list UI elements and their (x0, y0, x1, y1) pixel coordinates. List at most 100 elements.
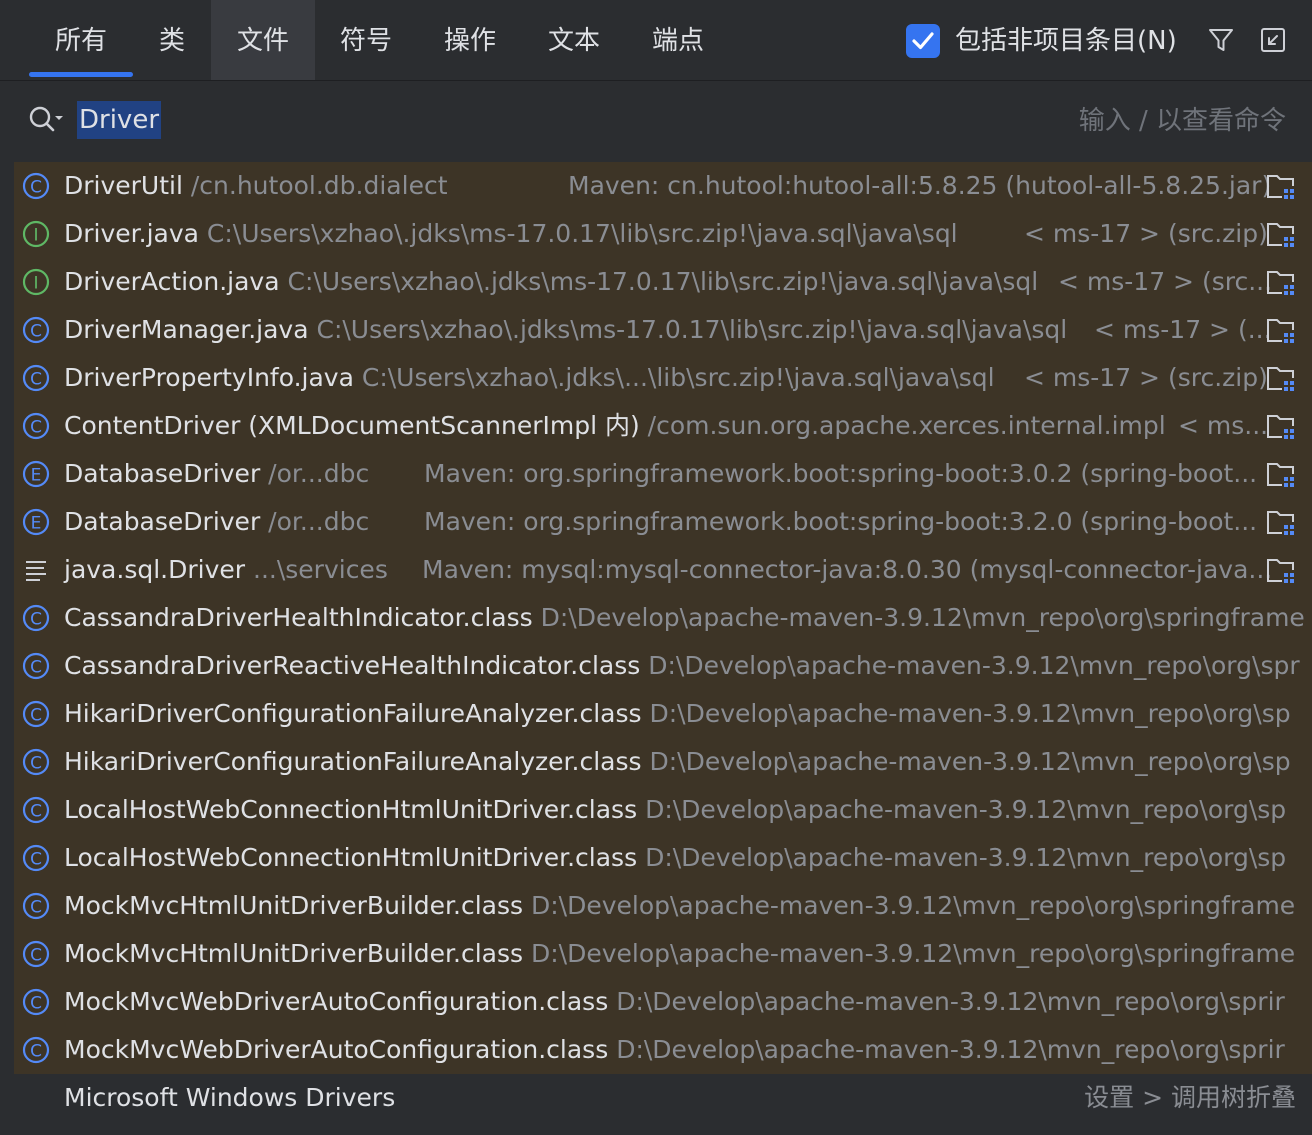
search-icon[interactable] (28, 105, 66, 135)
result-row[interactable]: C HikariDriverConfigurationFailureAnalyze… (14, 738, 1312, 786)
class-icon: C (22, 364, 50, 392)
result-name-text: ContentDriver (XMLDocumentScannerImpl 内) (64, 411, 648, 440)
svg-text:C: C (30, 898, 42, 918)
library-folder-icon (1267, 223, 1296, 248)
result-library: Maven: mysql:mysql-connector-java:8.0.30… (422, 555, 1273, 584)
library-folder-icon (1267, 271, 1296, 296)
include-non-project-label[interactable]: 包括非项目条目(N) (955, 0, 1177, 80)
result-row[interactable]: C MockMvcWebDriverAutoConfiguration.class… (14, 1026, 1312, 1074)
result-name-text: CassandraDriverReactiveHealthIndicator.c… (64, 651, 649, 680)
svg-text:C: C (30, 610, 42, 630)
result-location: D:\Develop\apache-maven-3.9.12\mvn_repo\… (540, 603, 1305, 632)
result-name-text: java.sql.Driver (64, 555, 253, 584)
enum-icon: E (22, 460, 50, 488)
result-name-text: LocalHostWebConnectionHtmlUnitDriver.cla… (64, 795, 646, 824)
class-icon: C (22, 796, 50, 824)
result-row[interactable]: C CassandraDriverReactiveHealthIndicator.… (14, 642, 1312, 690)
tab-symbols[interactable]: 符号 (318, 0, 414, 80)
action-result-row[interactable]: Microsoft Windows Drivers 设置 > 调用树折叠 (0, 1074, 1312, 1135)
result-row[interactable]: C HikariDriverConfigurationFailureAnalyze… (14, 690, 1312, 738)
filter-icon[interactable] (1207, 26, 1235, 54)
result-library: < ms-17 > (... (1094, 315, 1272, 344)
class-icon: C (22, 940, 50, 968)
class-icon: C (22, 412, 50, 440)
result-row[interactable]: C MockMvcHtmlUnitDriverBuilder.class D:\D… (14, 930, 1312, 978)
svg-text:C: C (30, 994, 42, 1014)
result-name: ContentDriver (XMLDocumentScannerImpl 内)… (64, 402, 1166, 450)
result-name-text: MockMvcHtmlUnitDriverBuilder.class (64, 939, 531, 968)
svg-text:C: C (30, 946, 42, 966)
class-icon: C (22, 1036, 50, 1064)
class-icon: C (22, 172, 50, 200)
result-name-text: CassandraDriverHealthIndicator.class (64, 603, 541, 632)
search-hint: 输入 / 以查看命令 (1078, 106, 1286, 136)
result-name-text: MockMvcHtmlUnitDriverBuilder.class (64, 891, 531, 920)
svg-text:C: C (30, 754, 42, 774)
include-non-project-checkbox[interactable] (906, 24, 940, 58)
result-name: MockMvcHtmlUnitDriverBuilder.class D:\De… (64, 882, 1295, 930)
result-location: D:\Develop\apache-maven-3.9.12\mvn_repo\… (645, 843, 1287, 872)
result-library: < ms-17 > (src.zip) (1024, 363, 1268, 392)
search-input[interactable]: Driver (77, 101, 162, 139)
result-row[interactable]: C LocalHostWebConnectionHtmlUnitDriver.cl… (14, 834, 1312, 882)
svg-text:C: C (30, 802, 42, 822)
library-folder-icon (1267, 415, 1296, 440)
library-folder-icon (1267, 463, 1296, 488)
tab-all[interactable]: 所有 (30, 0, 132, 80)
results-list: C DriverUtil /cn.hutool.db.dialect Maven: … (14, 162, 1312, 1074)
result-name: HikariDriverConfigurationFailureAnalyzer… (64, 738, 1291, 786)
result-row[interactable]: C LocalHostWebConnectionHtmlUnitDriver.cl… (14, 786, 1312, 834)
tab-text[interactable]: 文本 (526, 0, 622, 80)
class-icon: C (22, 700, 50, 728)
result-name-text: DriverUtil (64, 171, 191, 200)
result-row[interactable]: I DriverAction.java C:\Users\xzhao\.jdks\… (14, 258, 1312, 306)
svg-text:E: E (31, 514, 42, 534)
open-in-tool-window-icon[interactable] (1259, 26, 1287, 54)
result-name-text: DriverAction.java (64, 267, 288, 296)
result-row[interactable]: C MockMvcWebDriverAutoConfiguration.class… (14, 978, 1312, 1026)
result-library: Maven: org.springframework.boot:spring-b… (424, 459, 1258, 488)
result-name: Driver.java C:\Users\xzhao\.jdks\ms-17.0… (64, 210, 958, 258)
tab-endpoints[interactable]: 端点 (630, 0, 726, 80)
result-location: D:\Develop\apache-maven-3.9.12\mvn_repo\… (649, 699, 1291, 728)
result-row[interactable]: E DatabaseDriver /or...dbc Maven: org.spri… (14, 450, 1312, 498)
tab-classes[interactable]: 类 (140, 0, 204, 80)
result-row[interactable]: C ContentDriver (XMLDocumentScannerImpl 内… (14, 402, 1312, 450)
result-row[interactable]: C MockMvcHtmlUnitDriverBuilder.class D:\D… (14, 882, 1312, 930)
text-file-icon (26, 561, 46, 581)
interface-icon: I (22, 268, 50, 296)
result-location: D:\Develop\apache-maven-3.9.12\mvn_repo\… (531, 891, 1296, 920)
result-name: DriverManager.java C:\Users\xzhao\.jdks\… (64, 306, 1067, 354)
library-folder-icon (1267, 175, 1296, 200)
result-library: < ms-17 > (src.zip) (1024, 219, 1268, 248)
result-location: D:\Develop\apache-maven-3.9.12\mvn_repo\… (645, 795, 1287, 824)
tab-files[interactable]: 文件 (211, 0, 315, 80)
result-row[interactable]: C DriverUtil /cn.hutool.db.dialect Maven: … (14, 162, 1312, 210)
svg-text:I: I (33, 226, 38, 246)
result-row[interactable]: java.sql.Driver ...\services Maven: mysql… (14, 546, 1312, 594)
result-row[interactable]: E DatabaseDriver /or...dbc Maven: org.spri… (14, 498, 1312, 546)
result-location: /com.sun.org.apache.xerces.internal.impl (647, 411, 1166, 440)
library-folder-icon (1267, 559, 1296, 584)
result-name-text: DriverManager.java (64, 315, 317, 344)
result-name: CassandraDriverReactiveHealthIndicator.c… (64, 642, 1300, 690)
checkmark-icon (912, 32, 934, 50)
result-row[interactable]: I Driver.java C:\Users\xzhao\.jdks\ms-17.… (14, 210, 1312, 258)
svg-text:C: C (30, 658, 42, 678)
result-name: LocalHostWebConnectionHtmlUnitDriver.cla… (64, 786, 1286, 834)
result-name: HikariDriverConfigurationFailureAnalyzer… (64, 690, 1291, 738)
result-row[interactable]: C DriverPropertyInfo.java C:\Users\xzhao\… (14, 354, 1312, 402)
result-name: DriverPropertyInfo.java C:\Users\xzhao\.… (64, 354, 995, 402)
result-name: MockMvcWebDriverAutoConfiguration.class … (64, 978, 1285, 1026)
result-row[interactable]: C CassandraDriverHealthIndicator.class D:… (14, 594, 1312, 642)
class-icon: C (22, 316, 50, 344)
tab-actions[interactable]: 操作 (422, 0, 518, 80)
result-location: /or...dbc (268, 507, 370, 536)
result-row[interactable]: C DriverManager.java C:\Users\xzhao\.jdks… (14, 306, 1312, 354)
result-name-text: MockMvcWebDriverAutoConfiguration.class (64, 987, 617, 1016)
result-name: LocalHostWebConnectionHtmlUnitDriver.cla… (64, 834, 1286, 882)
result-location: /or...dbc (268, 459, 370, 488)
result-location: D:\Develop\apache-maven-3.9.12\mvn_repo\… (531, 939, 1296, 968)
result-location: ...\services (253, 555, 388, 584)
svg-text:C: C (30, 1042, 42, 1062)
